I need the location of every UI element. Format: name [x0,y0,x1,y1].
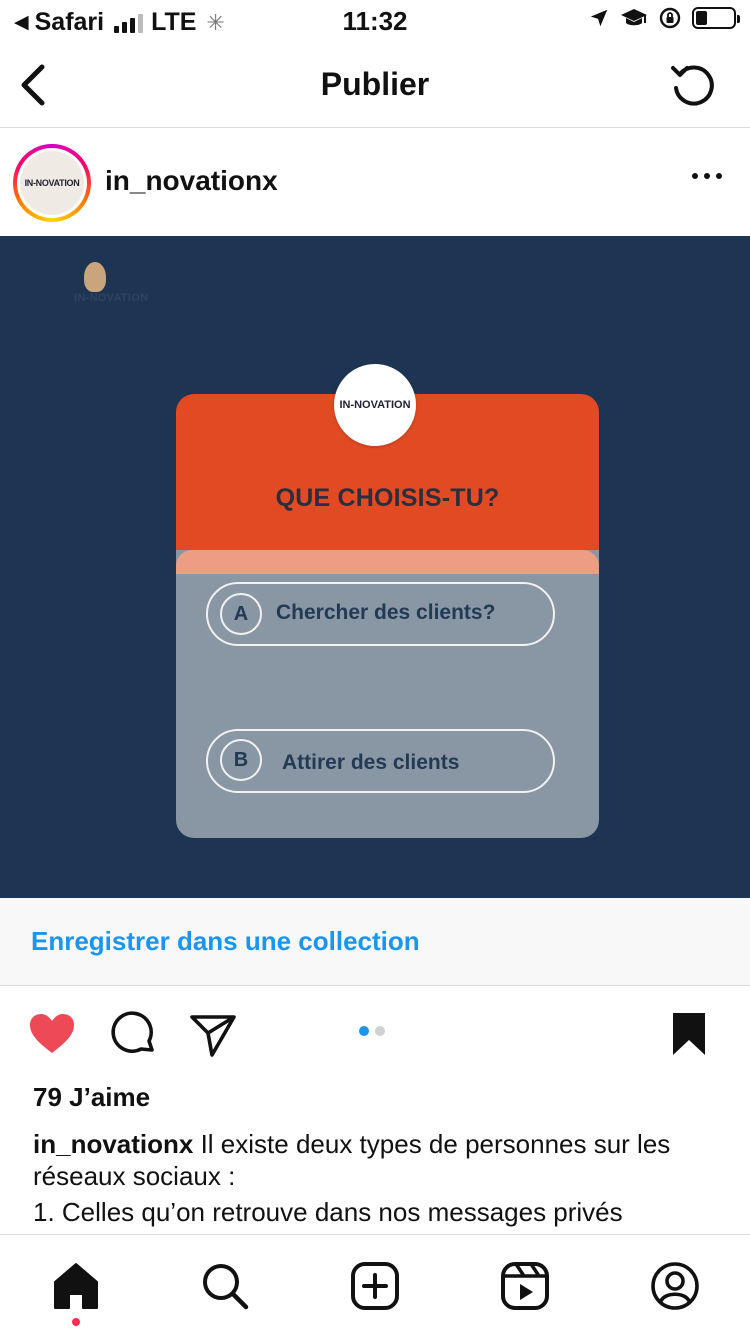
bottom-tab-bar [0,1234,750,1334]
quiz-logo: IN-NOVATION [334,364,416,446]
post-header: IN-NOVATION in_novationx [0,129,750,235]
brand-watermark: IN-NOVATION [74,262,184,312]
reels-icon[interactable] [500,1261,550,1311]
rotation-lock-icon [659,7,681,29]
status-right [588,6,740,30]
lightbulb-logo-icon [84,262,106,292]
page-title: Publier [320,66,430,102]
option-text: Chercher des clients? [276,601,496,624]
graduation-cap-icon [621,9,647,26]
likes-count[interactable]: 79 J’aime [33,1082,150,1113]
save-to-collection-bar: Enregistrer dans une collection [0,898,750,986]
quiz-card-divider [176,550,599,574]
profile-icon[interactable] [650,1261,700,1311]
post-caption: in_novationx Il existe deux types de per… [33,1128,723,1192]
option-letter-badge: A [220,593,262,635]
home-notification-dot [72,1318,80,1326]
status-bar: ◀ Safari LTE ✳ 11:32 [0,0,750,44]
post-image[interactable]: IN-NOVATION IN-NOVATION QUE CHOISIS-TU? … [0,236,750,898]
post-action-row [0,987,750,1079]
location-arrow-icon [590,9,608,27]
post-username[interactable]: in_novationx [105,165,278,197]
nav-bar: Publier [0,44,750,128]
quiz-title: QUE CHOISIS-TU? [275,484,500,512]
heart-icon[interactable] [27,1009,77,1059]
story-ring[interactable]: IN-NOVATION [13,144,91,222]
carousel-dot [375,1026,385,1036]
home-icon[interactable] [51,1261,101,1311]
carousel-indicator [359,1026,385,1036]
quiz-option-b: B Attirer des clients [206,729,555,793]
option-text: Attirer des clients [282,751,460,774]
comment-icon[interactable] [108,1009,158,1059]
share-icon[interactable] [188,1009,238,1059]
caption-continued: 1. Celles qu’on retrouve dans nos messag… [33,1197,623,1227]
option-letter-badge: B [220,739,262,781]
refresh-icon[interactable] [668,60,720,112]
create-icon[interactable] [350,1261,400,1311]
quiz-option-a: A Chercher des clients? [206,582,555,646]
bookmark-icon[interactable] [664,1009,714,1059]
avatar: IN-NOVATION [20,151,84,215]
search-icon[interactable] [200,1261,250,1311]
more-options-icon[interactable] [692,173,722,179]
watermark-text: IN-NOVATION [74,292,149,304]
battery-icon [692,7,740,29]
save-to-collection-link[interactable]: Enregistrer dans une collection [31,926,420,957]
caption-username[interactable]: in_novationx [33,1129,193,1159]
carousel-dot-active [359,1026,369,1036]
